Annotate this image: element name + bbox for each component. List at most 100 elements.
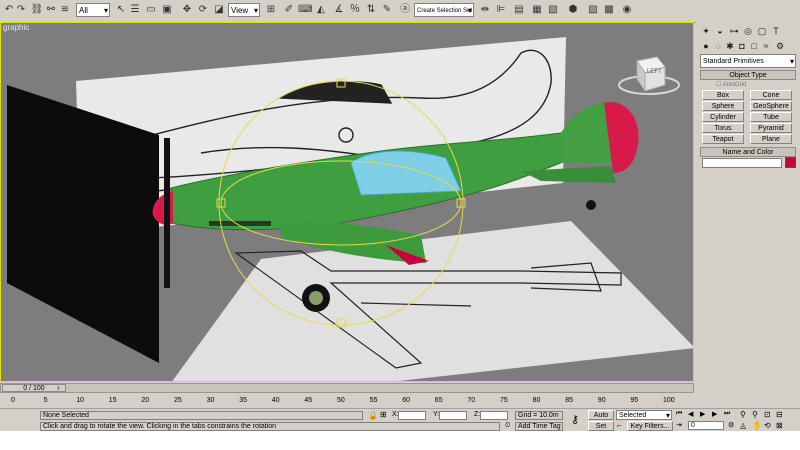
key-mode-dropdown[interactable]: Selected — [616, 410, 672, 420]
timeline-tick-label: 25 — [174, 397, 182, 404]
material-editor-icon[interactable]: ⬢ — [566, 3, 580, 17]
absolute-mode-icon[interactable]: ⊞ — [380, 410, 387, 419]
go-to-end-icon[interactable]: ⏭ — [724, 410, 730, 418]
zoom-icon[interactable]: ⚲ — [740, 410, 746, 419]
lock-selection-icon[interactable]: 🔒 — [368, 411, 378, 420]
zoom-extents-all-icon[interactable]: ⊟ — [776, 410, 783, 419]
reference-coordinate-dropdown[interactable]: View — [228, 3, 260, 18]
systems-icon[interactable]: ⚙ — [774, 40, 786, 52]
current-frame-input[interactable]: 0 — [688, 421, 724, 430]
bind-space-warp-icon[interactable]: ≋ — [58, 3, 72, 17]
time-slider[interactable]: 0 / 100 › — [0, 383, 694, 393]
set-key-button[interactable]: Set Key — [588, 421, 614, 439]
shapes-icon[interactable]: ◌ — [712, 40, 724, 52]
play-icon[interactable]: ▶ — [700, 410, 705, 418]
pan-view-icon[interactable]: ✋ — [752, 421, 762, 430]
sphere-button[interactable]: Sphere — [702, 101, 744, 111]
key-filters-button[interactable]: Key Filters... — [627, 421, 673, 431]
object-type-rollout-header[interactable]: Object Type — [700, 70, 796, 80]
time-tag-icon[interactable]: ⏲ — [505, 422, 510, 430]
display-tab-icon[interactable]: ▢ — [756, 25, 768, 37]
object-name-input[interactable] — [702, 158, 782, 168]
geosphere-button[interactable]: GeoSphere — [750, 101, 792, 111]
next-frame-icon[interactable]: ▶ — [712, 410, 717, 418]
redo-icon[interactable]: ↷ — [14, 3, 28, 17]
perspective-viewport[interactable]: graphic LEFT — [0, 22, 694, 382]
auto-key-button[interactable]: Auto Key — [588, 410, 614, 428]
schematic-view-icon[interactable]: ▧ — [546, 3, 560, 17]
time-configuration-icon[interactable]: ⚙ — [728, 421, 734, 429]
mirror-icon[interactable]: ⇹ — [478, 3, 492, 17]
x-coordinate-input[interactable] — [398, 411, 426, 420]
below-window-area — [0, 431, 800, 450]
default-in-out-tangents-icon[interactable]: ⌐ — [617, 421, 622, 430]
box-button[interactable]: Box — [702, 90, 744, 100]
angle-snap-icon[interactable]: ∡ — [332, 3, 346, 17]
select-object-icon[interactable]: ↖ — [114, 3, 128, 17]
object-category-dropdown[interactable]: Standard Primitives — [700, 54, 796, 69]
hierarchy-tab-icon[interactable]: ⊶ — [728, 25, 740, 37]
timeline-tick-label: 85 — [565, 397, 573, 404]
timeline-tick-label: 70 — [467, 397, 476, 404]
geometry-icon[interactable]: ● — [700, 40, 712, 52]
cameras-icon[interactable]: ◘ — [736, 40, 748, 52]
named-selection-dropdown[interactable]: Create Selection Set — [414, 3, 474, 18]
helpers-icon[interactable]: □ — [748, 40, 760, 52]
maximize-viewport-icon[interactable]: ⊠ — [776, 421, 783, 430]
zoom-all-icon[interactable]: ⚲ — [752, 410, 758, 419]
align-icon[interactable]: ⊫ — [494, 3, 508, 17]
y-coordinate-input[interactable] — [439, 411, 467, 420]
key-mode-toggle-icon[interactable]: ⇥ — [676, 421, 682, 429]
selection-filter-dropdown[interactable]: All — [76, 3, 110, 18]
curve-editor-icon[interactable]: ▦ — [530, 3, 544, 17]
field-of-view-icon[interactable]: ◬ — [740, 421, 746, 430]
render-setup-icon[interactable]: ▨ — [586, 3, 600, 17]
pyramid-button[interactable]: Pyramid — [750, 123, 792, 133]
window-crossing-icon[interactable]: ▣ — [160, 3, 174, 17]
plane-button[interactable]: Plane — [750, 134, 792, 144]
lights-icon[interactable]: ✱ — [724, 40, 736, 52]
object-color-swatch[interactable] — [785, 157, 796, 168]
spinner-snap-icon[interactable]: ⇅ — [364, 3, 378, 17]
snaps-toggle-icon[interactable]: ◭ — [314, 3, 328, 17]
cone-button[interactable]: Cone — [750, 90, 792, 100]
zoom-extents-icon[interactable]: ⊡ — [764, 410, 771, 419]
abc-icon[interactable]: ⓐ — [398, 3, 412, 17]
rendered-frame-icon[interactable]: ▩ — [602, 3, 616, 17]
cylinder-button[interactable]: Cylinder — [702, 112, 744, 122]
previous-frame-icon[interactable]: ◀ — [688, 410, 693, 418]
track-bar[interactable]: 0 5 10 15 20 25 30 35 40 45 50 55 60 65 70 75 80 85 90 95 10… — [0, 394, 694, 408]
percent-snap-icon[interactable]: ％ — [348, 3, 362, 17]
render-production-icon[interactable]: ◉ — [620, 3, 634, 17]
motion-tab-icon[interactable]: ◎ — [742, 25, 754, 37]
teapot-button[interactable]: Teapot — [702, 134, 744, 144]
autogrid-checkbox[interactable]: ☐ AutoGrid — [716, 81, 746, 88]
add-time-tag-field[interactable]: Add Time Tag — [515, 422, 563, 431]
move-icon[interactable]: ✥ — [180, 3, 194, 17]
tube-button[interactable]: Tube — [750, 112, 792, 122]
select-manipulate-icon[interactable]: ✐ — [282, 3, 296, 17]
viewcube-label[interactable]: LEFT — [647, 69, 662, 75]
modify-tab-icon[interactable]: ◒ — [714, 25, 726, 37]
create-tab-icon[interactable]: ✦ — [700, 25, 712, 37]
pivot-center-icon[interactable]: ⊞ — [264, 3, 278, 17]
torus-button[interactable]: Torus — [702, 123, 744, 133]
selection-status: None Selected — [40, 411, 363, 420]
layer-manager-icon[interactable]: ▤ — [512, 3, 526, 17]
go-to-start-icon[interactable]: ⏮ — [676, 410, 682, 418]
select-by-name-icon[interactable]: ☰ — [128, 3, 142, 17]
next-frame-arrow-icon[interactable]: › — [57, 383, 60, 392]
scale-icon[interactable]: ◪ — [212, 3, 226, 17]
z-coordinate-input[interactable] — [480, 411, 508, 420]
unlink-icon[interactable]: ⚯ — [44, 3, 58, 17]
orbit-icon[interactable]: ⟲ — [764, 421, 771, 430]
utilities-tab-icon[interactable]: T — [770, 25, 782, 37]
keyboard-shortcut-icon[interactable]: ⌨ — [298, 3, 312, 17]
name-color-rollout-header[interactable]: Name and Color — [700, 147, 796, 157]
rect-selection-icon[interactable]: ▭ — [144, 3, 158, 17]
rotate-icon[interactable]: ⟳ — [196, 3, 210, 17]
select-link-icon[interactable]: ⛓ — [30, 3, 44, 17]
edit-named-selection-icon[interactable]: ✎ — [380, 3, 394, 17]
key-icon[interactable]: ⚷ — [571, 413, 579, 426]
spacewarps-icon[interactable]: ≈ — [760, 40, 772, 52]
